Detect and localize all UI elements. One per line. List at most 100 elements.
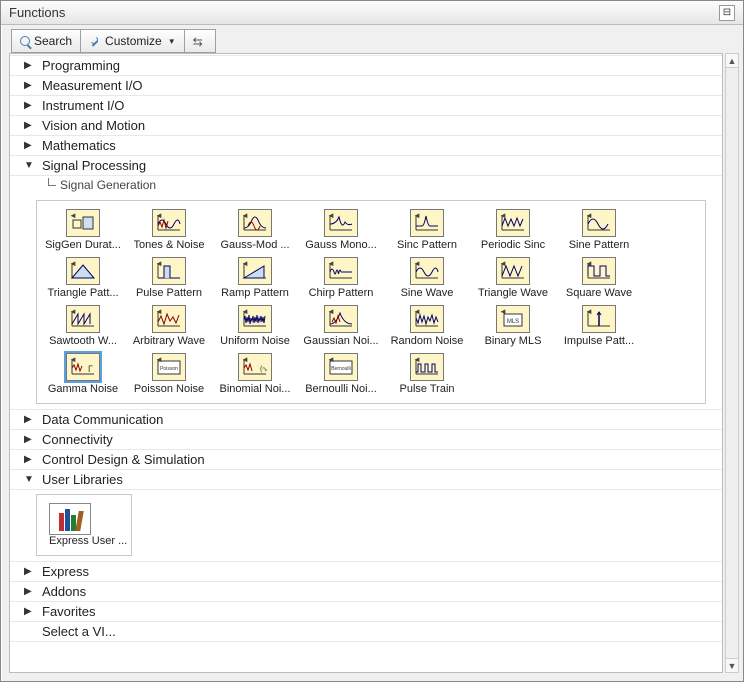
palette-item-label: Periodic Sinc <box>481 239 545 251</box>
tree-subpath-signal-generation[interactable]: Signal Generation <box>10 176 722 196</box>
vi-icon <box>238 305 272 333</box>
palette-item-label: Triangle Wave <box>478 287 548 299</box>
palette-item-pulsepat[interactable]: Pulse Pattern <box>127 255 211 301</box>
palette-item-sinepat[interactable]: Sine Pattern <box>557 207 641 253</box>
palette-item-poisson[interactable]: PoissonPoisson Noise <box>127 351 211 397</box>
palette-item-label: Gaussian Noi... <box>303 335 378 347</box>
vi-icon: MLS <box>496 305 530 333</box>
expand-icon: ▶ <box>24 80 34 91</box>
expand-icon: ▶ <box>24 566 34 577</box>
search-button[interactable]: Search <box>11 29 81 53</box>
palette-item-unoise[interactable]: Uniform Noise <box>213 303 297 349</box>
palette-item-label: Pulse Train <box>399 383 454 395</box>
tree-item-vision-motion[interactable]: ▶ Vision and Motion <box>10 115 722 136</box>
tree-label: Express <box>42 564 89 579</box>
vi-icon <box>410 209 444 237</box>
tree-label: Data Communication <box>42 412 163 427</box>
search-label: Search <box>34 34 72 48</box>
vi-icon <box>496 209 530 237</box>
palette-item-label: Sine Pattern <box>569 239 630 251</box>
tree-label: Select a VI... <box>42 624 116 639</box>
change-view-button[interactable] <box>185 29 216 53</box>
vi-icon: Bernoulli <box>324 353 358 381</box>
tree-item-user-libraries[interactable]: ▼ User Libraries <box>10 469 722 490</box>
palette-item-mls[interactable]: MLS Binary MLS <box>471 303 555 349</box>
books-icon <box>49 503 91 535</box>
palette-item-label: Bernoulli Noi... <box>305 383 377 395</box>
palette-item-gnoise[interactable]: Gaussian Noi... <box>299 303 383 349</box>
vi-icon <box>152 257 186 285</box>
pin-button[interactable]: ⊟ <box>719 5 735 21</box>
tree-item-data-communication[interactable]: ▶ Data Communication <box>10 409 722 430</box>
tree-item-signal-processing[interactable]: ▼ Signal Processing <box>10 155 722 176</box>
palette-item-label: Gauss Mono... <box>305 239 377 251</box>
palette-item-label: Sine Wave <box>401 287 454 299</box>
palette-item-label: Poisson Noise <box>134 383 204 395</box>
palette-item-psinc[interactable]: Periodic Sinc <box>471 207 555 253</box>
tree-item-instrument-io[interactable]: ▶ Instrument I/O <box>10 95 722 116</box>
palette-item-tripat[interactable]: Triangle Patt... <box>41 255 125 301</box>
palette-item-gaussmod[interactable]: Gauss-Mod ... <box>213 207 297 253</box>
palette-item-label: Sinc Pattern <box>397 239 457 251</box>
expand-icon: ▶ <box>24 454 34 465</box>
expand-icon: ▶ <box>24 140 34 151</box>
palette-item-bern[interactable]: Bernoulli Bernoulli Noi... <box>299 351 383 397</box>
palette-item-triwave[interactable]: Triangle Wave <box>471 255 555 301</box>
palette-item-impulse[interactable]: Impulse Patt... <box>557 303 641 349</box>
palette-item-saw[interactable]: Sawtooth W... <box>41 303 125 349</box>
tree-item-mathematics[interactable]: ▶ Mathematics <box>10 135 722 156</box>
tree-item-connectivity[interactable]: ▶ Connectivity <box>10 429 722 450</box>
tree-item-control-design-sim[interactable]: ▶ Control Design & Simulation <box>10 449 722 470</box>
vi-icon: Γ <box>66 353 100 381</box>
tree-item-select-vi[interactable]: Select a VI... <box>10 621 722 642</box>
collapse-icon: ▼ <box>24 160 34 171</box>
scroll-up-icon[interactable]: ▲ <box>726 54 738 68</box>
palette-item-label: Sawtooth W... <box>49 335 117 347</box>
palette-item-express-user[interactable]: Express User ... <box>47 501 121 549</box>
collapse-icon: ▼ <box>24 474 34 485</box>
vi-icon <box>66 257 100 285</box>
tree-label: Mathematics <box>42 138 116 153</box>
vi-icon <box>496 257 530 285</box>
tree-item-programming[interactable]: ▶ Programming <box>10 55 722 76</box>
palette-item-siggen[interactable]: SigGen Durat... <box>41 207 125 253</box>
tree-label: Connectivity <box>42 432 113 447</box>
tree-label: Addons <box>42 584 86 599</box>
svg-text:Γ: Γ <box>88 364 93 374</box>
user-libraries-palette: Express User ... <box>36 494 132 556</box>
palette-item-square[interactable]: Square Wave <box>557 255 641 301</box>
palette-item-tones[interactable]: Tones & Noise <box>127 207 211 253</box>
palette-item-label: Binary MLS <box>485 335 542 347</box>
tree-item-measurement-io[interactable]: ▶ Measurement I/O <box>10 75 722 96</box>
palette-item-sinewave[interactable]: Sine Wave <box>385 255 469 301</box>
palette-item-label: Gamma Noise <box>48 383 118 395</box>
palette-item-ptrain[interactable]: Pulse Train <box>385 351 469 397</box>
tree-label: Vision and Motion <box>42 118 145 133</box>
palette-item-chirp[interactable]: Chirp Pattern <box>299 255 383 301</box>
chevron-down-icon: ▼ <box>168 37 176 46</box>
scroll-down-icon[interactable]: ▼ <box>726 658 738 672</box>
signal-generation-palette: SigGen Durat... Tones & Noise Gauss-Mod ..… <box>36 200 706 404</box>
palette-item-label: Tones & Noise <box>134 239 205 251</box>
palette-item-label: Chirp Pattern <box>309 287 374 299</box>
tree-label: Favorites <box>42 604 95 619</box>
tree-label: Instrument I/O <box>42 98 124 113</box>
tree-label: Measurement I/O <box>42 78 142 93</box>
palette-item-gaussmono[interactable]: Gauss Mono... <box>299 207 383 253</box>
tree-item-favorites[interactable]: ▶ Favorites <box>10 601 722 622</box>
vi-icon <box>324 305 358 333</box>
vi-icon <box>410 305 444 333</box>
palette-item-label: Gauss-Mod ... <box>220 239 289 251</box>
customize-button[interactable]: Customize ▼ <box>81 29 185 53</box>
palette-item-sinc[interactable]: Sinc Pattern <box>385 207 469 253</box>
vertical-scrollbar[interactable]: ▲ ▼ <box>725 53 739 673</box>
palette-item-rnoise[interactable]: Random Noise <box>385 303 469 349</box>
tree-item-addons[interactable]: ▶ Addons <box>10 581 722 602</box>
palette-item-label: Express User ... <box>49 535 127 547</box>
palette-item-binom[interactable]: (ⁿₖ)Binomial Noi... <box>213 351 297 397</box>
swap-view-icon <box>193 35 207 47</box>
palette-item-ramp[interactable]: Ramp Pattern <box>213 255 297 301</box>
tree-item-express[interactable]: ▶ Express <box>10 561 722 582</box>
palette-item-arb[interactable]: Arbitrary Wave <box>127 303 211 349</box>
palette-item-gamma[interactable]: Γ Gamma Noise <box>41 351 125 397</box>
